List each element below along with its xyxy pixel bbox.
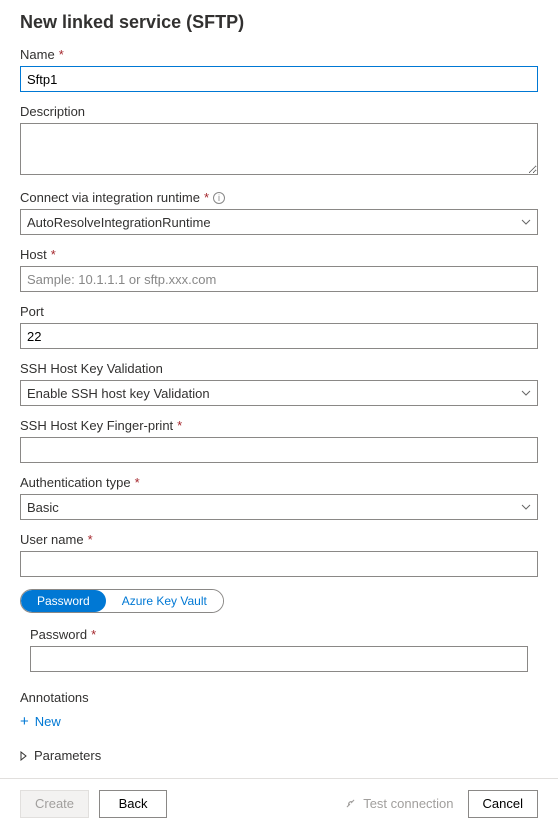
field-annotations: Annotations + New	[20, 690, 538, 730]
label-auth-type: Authentication type*	[20, 475, 538, 490]
panel-title: New linked service (SFTP)	[20, 12, 538, 33]
footer-left-buttons: Create Back	[20, 790, 167, 818]
required-asterisk: *	[135, 475, 140, 490]
label-host: Host*	[20, 247, 538, 262]
password-input[interactable]	[30, 646, 528, 672]
auth-type-select[interactable]: Basic	[20, 494, 538, 520]
field-name: Name*	[20, 47, 538, 92]
runtime-select[interactable]: AutoResolveIntegrationRuntime	[20, 209, 538, 235]
test-connection-label: Test connection	[363, 796, 453, 811]
label-password: Password*	[30, 627, 528, 642]
test-connection-button: Test connection	[344, 796, 453, 811]
new-annotation-label: New	[35, 714, 61, 729]
username-input[interactable]	[20, 551, 538, 577]
ssh-validation-value: Enable SSH host key Validation	[27, 386, 210, 401]
tab-azure-key-vault[interactable]: Azure Key Vault	[106, 590, 223, 612]
tab-password[interactable]: Password	[21, 590, 106, 612]
field-description: Description	[20, 104, 538, 178]
label-description: Description	[20, 104, 538, 119]
footer-bar: Create Back Test connection Cancel	[0, 778, 558, 828]
cancel-button[interactable]: Cancel	[468, 790, 538, 818]
password-box: Password*	[20, 621, 538, 682]
field-username: User name*	[20, 532, 538, 577]
field-auth-type: Authentication type* Basic	[20, 475, 538, 520]
label-username: User name*	[20, 532, 538, 547]
required-asterisk: *	[204, 190, 209, 205]
field-port: Port	[20, 304, 538, 349]
triangle-right-icon	[20, 751, 28, 761]
footer-right-buttons: Test connection Cancel	[344, 790, 538, 818]
required-asterisk: *	[51, 247, 56, 262]
label-ssh-validation: SSH Host Key Validation	[20, 361, 538, 376]
label-ssh-fingerprint: SSH Host Key Finger-print*	[20, 418, 538, 433]
expander-parameters-label: Parameters	[34, 748, 101, 763]
field-host: Host*	[20, 247, 538, 292]
password-section: Password Azure Key Vault Password*	[20, 589, 538, 682]
chevron-down-icon	[521, 504, 531, 510]
host-input[interactable]	[20, 266, 538, 292]
info-icon[interactable]: i	[213, 192, 225, 204]
field-ssh-validation: SSH Host Key Validation Enable SSH host …	[20, 361, 538, 406]
auth-type-value: Basic	[27, 500, 59, 515]
required-asterisk: *	[91, 627, 96, 642]
chevron-down-icon	[521, 219, 531, 225]
label-name: Name*	[20, 47, 538, 62]
chevron-down-icon	[521, 390, 531, 396]
credential-source-toggle: Password Azure Key Vault	[20, 589, 224, 613]
required-asterisk: *	[59, 47, 64, 62]
name-input[interactable]	[20, 66, 538, 92]
label-port: Port	[20, 304, 538, 319]
back-button[interactable]: Back	[99, 790, 167, 818]
connection-icon	[344, 797, 357, 810]
field-runtime: Connect via integration runtime* i AutoR…	[20, 190, 538, 235]
ssh-fingerprint-input[interactable]	[20, 437, 538, 463]
ssh-validation-select[interactable]: Enable SSH host key Validation	[20, 380, 538, 406]
label-runtime: Connect via integration runtime* i	[20, 190, 538, 205]
expander-parameters[interactable]: Parameters	[20, 748, 538, 763]
plus-icon: +	[20, 713, 29, 730]
description-textarea[interactable]	[20, 123, 538, 175]
required-asterisk: *	[177, 418, 182, 433]
add-annotation-button[interactable]: + New	[20, 713, 61, 730]
linked-service-panel: New linked service (SFTP) Name* Descript…	[0, 0, 558, 778]
port-input[interactable]	[20, 323, 538, 349]
create-button: Create	[20, 790, 89, 818]
field-ssh-fingerprint: SSH Host Key Finger-print*	[20, 418, 538, 463]
required-asterisk: *	[88, 532, 93, 547]
runtime-value: AutoResolveIntegrationRuntime	[27, 215, 211, 230]
label-annotations: Annotations	[20, 690, 538, 705]
